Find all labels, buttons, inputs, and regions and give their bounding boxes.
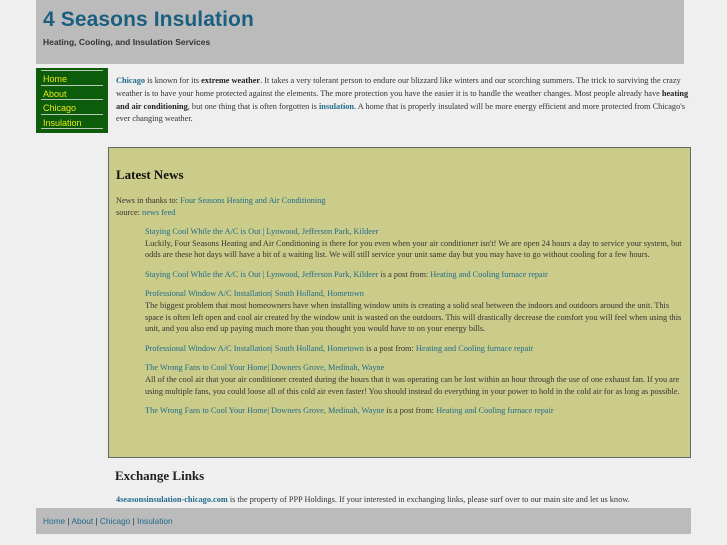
latest-news-heading: Latest News <box>116 167 184 182</box>
footer-link-insulation[interactable]: Insulation <box>137 516 173 526</box>
intro-bold-text: extreme weather <box>201 76 261 85</box>
news-item-post-link[interactable]: The Wrong Fans to Cool Your Home| Downer… <box>145 406 384 415</box>
news-item: Staying Cool While the A/C is Out | Lynw… <box>145 226 685 280</box>
site-header: 4 Seasons Insulation Heating, Cooling, a… <box>36 0 684 64</box>
insulation-link[interactable]: insulation <box>319 102 354 111</box>
nav-item-label[interactable]: About <box>41 89 67 99</box>
news-item-post-line: Staying Cool While the A/C is Out | Lynw… <box>145 269 685 281</box>
nav-item-chicago[interactable]: Chicago <box>41 99 103 114</box>
site-title[interactable]: 4 Seasons Insulation <box>43 8 254 32</box>
news-meta: News in thanks to: Four Seasons Heating … <box>116 195 326 219</box>
nav-item-label[interactable]: Insulation <box>41 118 82 128</box>
nav-item-label[interactable]: Chicago <box>41 103 76 113</box>
news-thanks-link[interactable]: Four Seasons Heating and Air Conditionin… <box>180 196 325 205</box>
exchange-description: is the property of PPP Holdings. If your… <box>227 495 630 504</box>
nav-item-about[interactable]: About <box>41 84 103 100</box>
latest-news-box: Latest News News in thanks to: Four Seas… <box>108 147 691 458</box>
news-item-title[interactable]: Staying Cool While the A/C is Out | Lynw… <box>145 226 685 238</box>
news-thanks-label: News in thanks to: <box>116 196 181 205</box>
news-source-link[interactable]: news feed <box>142 208 175 217</box>
news-item-title[interactable]: Professional Window A/C Installation| So… <box>145 288 685 300</box>
post-from-label: is a post from: <box>384 406 437 416</box>
footer-link-home[interactable]: Home <box>43 516 65 526</box>
news-item-source-link[interactable]: Heating and Cooling furnace repair <box>430 270 548 279</box>
news-item-body: All of the cool air that your air condit… <box>145 374 680 396</box>
news-source-label: source: <box>116 208 143 217</box>
news-item-source-link[interactable]: Heating and Cooling furnace repair <box>416 344 534 353</box>
footer-links: Home | About | Chicago | Insulation <box>43 516 173 526</box>
news-item: Professional Window A/C Installation| So… <box>145 288 685 354</box>
site-tagline: Heating, Cooling, and Insulation Service… <box>43 37 211 47</box>
news-item-title[interactable]: The Wrong Fans to Cool Your Home| Downer… <box>145 362 685 374</box>
footer-link-chicago[interactable]: Chicago <box>100 516 130 526</box>
news-item-post-link[interactable]: Staying Cool While the A/C is Out | Lynw… <box>145 270 378 279</box>
main-nav: Home About Chicago Insulation <box>36 68 108 133</box>
exchange-site-link[interactable]: 4seasonsinsulation-chicago.com <box>116 495 228 504</box>
exchange-text: 4seasonsinsulation-chicago.com is the pr… <box>116 495 630 504</box>
post-from-label: is a post from: <box>378 269 431 279</box>
chicago-link[interactable]: Chicago <box>116 76 145 85</box>
news-item-post-line: The Wrong Fans to Cool Your Home| Downer… <box>145 405 685 417</box>
intro-text: is known for its <box>145 76 202 85</box>
news-item-body: Luckily, Four Seasons Heating and Air Co… <box>145 238 682 260</box>
footer-bar: Home | About | Chicago | Insulation <box>36 508 691 534</box>
exchange-links-heading: Exchange Links <box>115 468 205 483</box>
nav-item-home[interactable]: Home <box>41 70 103 85</box>
footer-link-about[interactable]: About <box>71 516 93 526</box>
nav-item-insulation[interactable]: Insulation <box>41 113 103 129</box>
news-item: The Wrong Fans to Cool Your Home| Downer… <box>145 362 685 416</box>
intro-text: , but one thing that is often forgotten … <box>187 101 319 111</box>
news-item-post-line: Professional Window A/C Installation| So… <box>145 343 685 355</box>
post-from-label: is a post from: <box>363 343 416 353</box>
news-item-body: The biggest problem that most homeowners… <box>145 300 682 334</box>
nav-item-label[interactable]: Home <box>41 74 67 84</box>
news-item-post-link[interactable]: Professional Window A/C Installation| So… <box>145 344 364 353</box>
intro-paragraph: Chicago is known for its extreme weather… <box>116 75 691 126</box>
news-item-source-link[interactable]: Heating and Cooling furnace repair <box>436 406 554 415</box>
footer-separator: | <box>93 516 100 526</box>
news-list: Staying Cool While the A/C is Out | Lynw… <box>145 226 685 425</box>
